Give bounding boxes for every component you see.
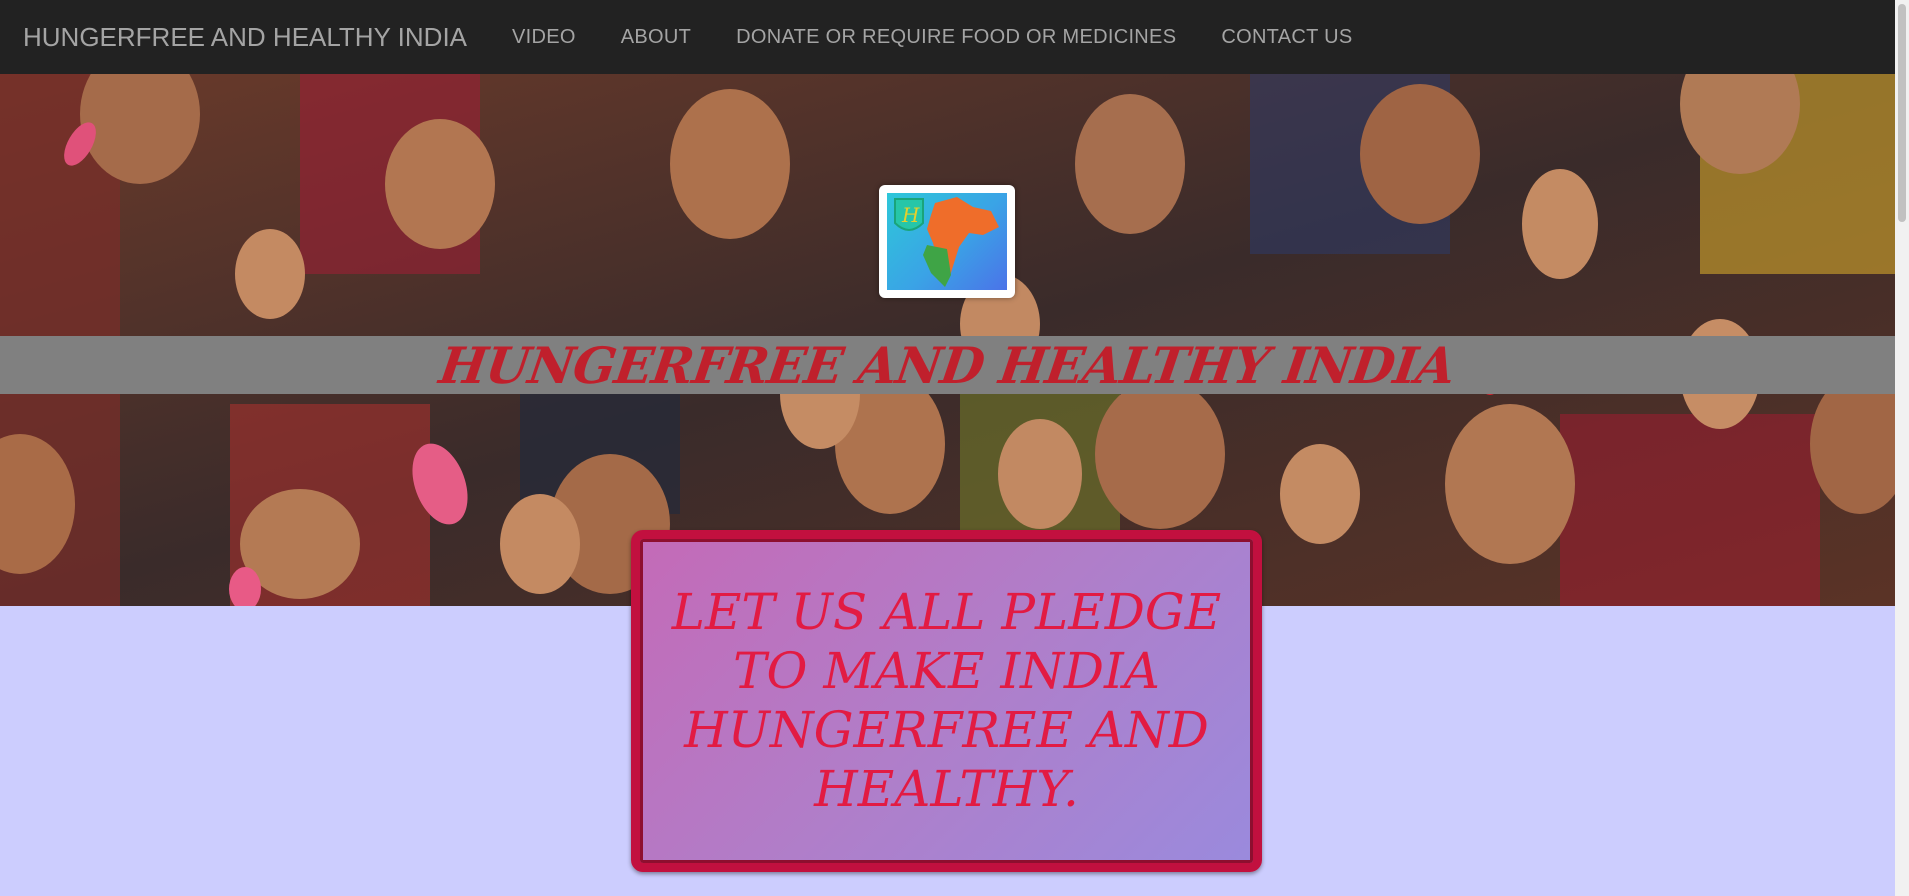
navbar: HUNGERFREE AND HEALTHY INDIA VIDEO ABOUT…	[0, 0, 1895, 74]
nav-link-about[interactable]: ABOUT	[621, 26, 691, 49]
nav-link-contact[interactable]: CONTACT US	[1221, 26, 1352, 49]
hero-image: H HUNGERFREE AND HEALTHY INDIA	[0, 74, 1895, 606]
banner-title: HUNGERFREE AND HEALTHY INDIA	[436, 335, 1459, 395]
logo-background: H	[887, 193, 1007, 290]
pledge-box: LET US ALL PLEDGE TO MAKE INDIA HUNGERFR…	[631, 530, 1262, 872]
nav-link-donate[interactable]: DONATE OR REQUIRE FOOD OR MEDICINES	[736, 26, 1176, 49]
brand-link[interactable]: HUNGERFREE AND HEALTHY INDIA	[23, 22, 467, 53]
india-map-shield-logo-icon: H	[894, 197, 999, 287]
pledge-text: LET US ALL PLEDGE TO MAKE INDIA HUNGERFR…	[671, 583, 1222, 818]
title-band: HUNGERFREE AND HEALTHY INDIA	[0, 335, 1895, 395]
scrollbar[interactable]	[1895, 0, 1909, 896]
logo-letter: H	[901, 203, 920, 227]
nav-link-video[interactable]: VIDEO	[512, 26, 576, 49]
site-logo: H	[879, 185, 1015, 298]
scrollbar-thumb[interactable]	[1898, 4, 1906, 222]
